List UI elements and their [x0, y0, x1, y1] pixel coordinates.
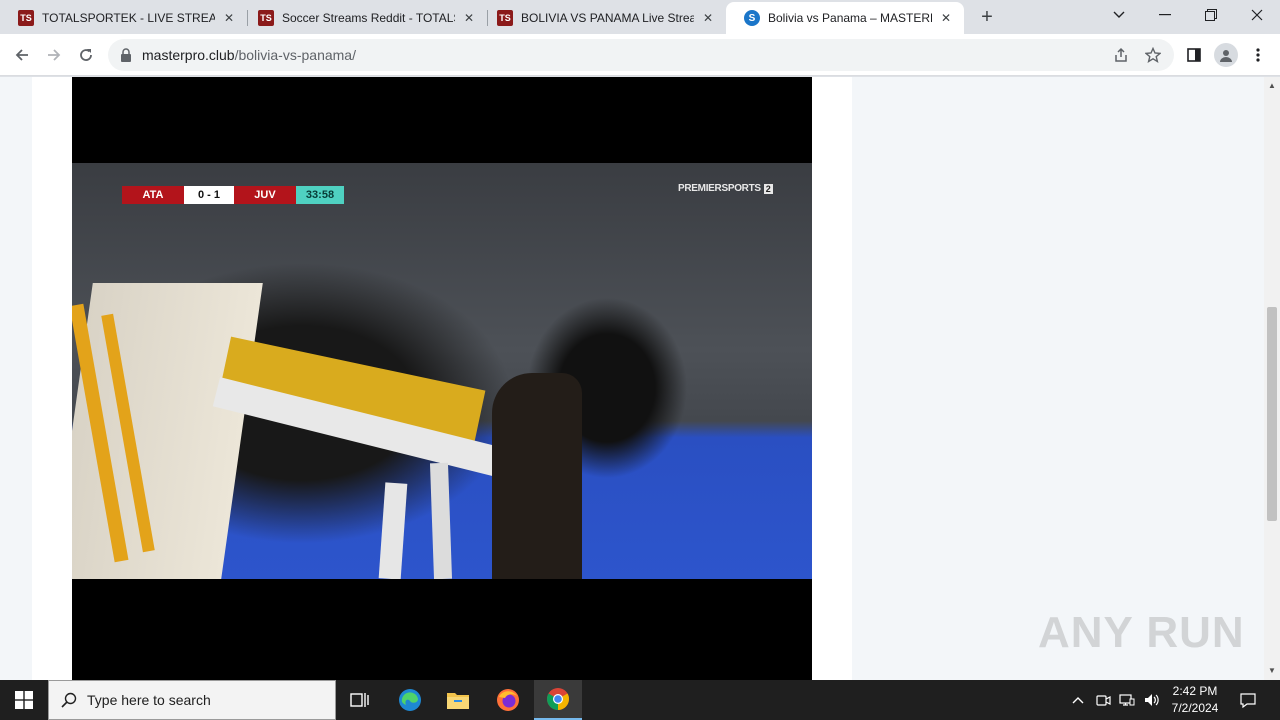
close-tab-icon[interactable]: ✕ — [461, 10, 477, 26]
notifications-icon[interactable] — [1234, 680, 1262, 720]
profile-avatar-icon[interactable] — [1214, 43, 1238, 67]
scroll-down-icon[interactable]: ▼ — [1267, 666, 1277, 676]
tab-bolivia-live-stream[interactable]: TS BOLIVIA VS PANAMA Live Stream ✕ — [479, 2, 726, 34]
reload-icon[interactable] — [74, 43, 98, 67]
video-frame[interactable]: ATA 0 - 1 JUV 33:58 PREMIERSPORTS 2 — [72, 163, 812, 579]
broadcaster-name: PREMIERSPORTS — [678, 183, 761, 194]
task-view-icon[interactable] — [336, 680, 384, 720]
taskbar-clock[interactable]: 2:42 PM 7/2/2024 — [1162, 683, 1228, 717]
search-icon — [61, 692, 77, 708]
lock-icon[interactable] — [120, 48, 132, 62]
tray-overflow-icon[interactable] — [1068, 680, 1088, 720]
bookmark-star-icon[interactable] — [1144, 46, 1162, 64]
windows-taskbar: Type here to search 2:42 PM 7/2/2024 — [0, 680, 1280, 720]
tab-title: TOTALSPORTEK - LIVE STREAMS — [42, 11, 215, 25]
video-player[interactable]: ATA 0 - 1 JUV 33:58 PREMIERSPORTS 2 — [72, 77, 812, 680]
close-window-button[interactable] — [1234, 0, 1280, 30]
clock-time: 2:42 PM — [1172, 684, 1218, 698]
url-text[interactable]: masterpro.club/bolivia-vs-panama/ — [142, 47, 356, 63]
totalsportek-favicon-icon: TS — [258, 10, 274, 26]
edge-browser-icon[interactable] — [386, 680, 434, 720]
tab-title: Soccer Streams Reddit - TOTALSP — [282, 11, 455, 25]
away-team: JUV — [234, 186, 296, 204]
tab-title: Bolivia vs Panama – MASTERPRO — [768, 11, 932, 25]
tab-search-icon[interactable] — [1096, 0, 1142, 30]
tab-soccer-streams[interactable]: TS Soccer Streams Reddit - TOTALSP ✕ — [240, 2, 487, 34]
back-arrow-icon[interactable] — [10, 43, 34, 67]
scroll-thumb[interactable] — [1267, 307, 1277, 521]
new-tab-button[interactable]: + — [976, 6, 998, 28]
totalsportek-favicon-icon: TS — [497, 10, 513, 26]
volume-icon[interactable] — [1140, 680, 1162, 720]
broadcaster-logo: PREMIERSPORTS 2 — [678, 183, 773, 194]
browser-toolbar: masterpro.club/bolivia-vs-panama/ — [0, 34, 1280, 76]
firefox-icon[interactable] — [484, 680, 532, 720]
chrome-icon[interactable] — [534, 680, 582, 720]
file-explorer-icon[interactable] — [434, 680, 482, 720]
forward-arrow-icon[interactable] — [42, 43, 66, 67]
match-clock: 33:58 — [296, 186, 344, 204]
home-team: ATA — [122, 186, 184, 204]
tab-title: BOLIVIA VS PANAMA Live Stream — [521, 11, 694, 25]
more-options-icon[interactable] — [1246, 43, 1270, 67]
channel-number: 2 — [763, 183, 773, 194]
side-panel-icon[interactable] — [1182, 43, 1206, 67]
restore-button[interactable] — [1188, 0, 1234, 30]
address-bar[interactable]: masterpro.club/bolivia-vs-panama/ — [108, 39, 1174, 71]
minimize-button[interactable] — [1142, 0, 1188, 30]
taskbar-search-box[interactable]: Type here to search — [48, 680, 336, 720]
tab-strip: TS TOTALSPORTEK - LIVE STREAMS ✕ TS Socc… — [0, 0, 1280, 34]
tab-masterpro[interactable]: S Bolivia vs Panama – MASTERPRO ✕ — [726, 2, 964, 34]
video-shape — [492, 373, 582, 579]
close-tab-icon[interactable]: ✕ — [700, 10, 716, 26]
video-shape — [429, 462, 453, 579]
network-icon[interactable] — [1116, 680, 1138, 720]
clock-date: 7/2/2024 — [1171, 701, 1219, 715]
share-icon[interactable] — [1112, 46, 1130, 64]
search-placeholder: Type here to search — [87, 692, 211, 708]
totalsportek-favicon-icon: TS — [18, 10, 34, 26]
page-scrollbar[interactable]: ▲ ▼ — [1264, 77, 1280, 680]
scorebug: ATA 0 - 1 JUV 33:58 — [122, 186, 344, 204]
windows-start-icon[interactable] — [0, 680, 48, 720]
page-viewport: ATA 0 - 1 JUV 33:58 PREMIERSPORTS 2 — [0, 77, 1264, 680]
masterpro-favicon-icon: S — [744, 10, 760, 26]
close-tab-icon[interactable]: ✕ — [221, 10, 237, 26]
video-shape — [378, 482, 408, 579]
anyrun-watermark: ANY RUN — [1038, 608, 1245, 657]
tab-totalsportek[interactable]: TS TOTALSPORTEK - LIVE STREAMS ✕ — [0, 2, 247, 34]
meet-now-icon[interactable] — [1092, 680, 1114, 720]
score: 0 - 1 — [184, 186, 234, 204]
close-tab-icon[interactable]: ✕ — [938, 10, 954, 26]
scroll-up-icon[interactable]: ▲ — [1267, 81, 1277, 91]
